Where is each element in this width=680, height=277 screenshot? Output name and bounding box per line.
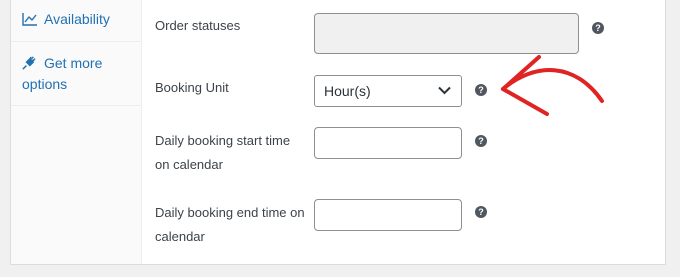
booking-unit-select[interactable]: Hour(s) (314, 75, 462, 107)
plug-icon (22, 56, 36, 70)
daily-start-label-line1: Daily booking start time (155, 133, 291, 148)
booking-unit-label: Booking Unit (155, 80, 229, 95)
daily-end-label-line2: calendar (155, 229, 205, 244)
settings-sidebar: Availability Get more options (11, 0, 142, 264)
daily-end-help-icon[interactable]: ? (475, 206, 487, 218)
order-statuses-label: Order statuses (155, 18, 241, 33)
daily-start-help-icon[interactable]: ? (475, 135, 487, 147)
order-statuses-help-icon[interactable]: ? (592, 22, 604, 34)
sidebar-item-availability-label: Availability (44, 11, 110, 27)
booking-unit-help-icon[interactable]: ? (475, 84, 487, 96)
settings-panel: Availability Get more options Order stat… (10, 0, 666, 265)
sidebar-item-availability[interactable]: Availability (11, 0, 142, 42)
daily-end-label-line1: Daily booking end time on (155, 205, 305, 220)
order-statuses-multiselect[interactable] (314, 13, 579, 54)
daily-start-label-line2: on calendar (155, 157, 223, 172)
sidebar-item-get-more-label-line2: options (22, 76, 68, 92)
daily-start-time-input[interactable] (314, 127, 462, 159)
sidebar-item-get-more-options[interactable]: Get more options (11, 42, 142, 106)
chart-line-icon (22, 13, 37, 26)
booking-unit-selected-value: Hour(s) (324, 83, 371, 99)
sidebar-item-get-more-label-line1: Get more (44, 55, 103, 71)
daily-end-time-input[interactable] (314, 199, 462, 231)
chevron-down-icon (438, 86, 451, 95)
